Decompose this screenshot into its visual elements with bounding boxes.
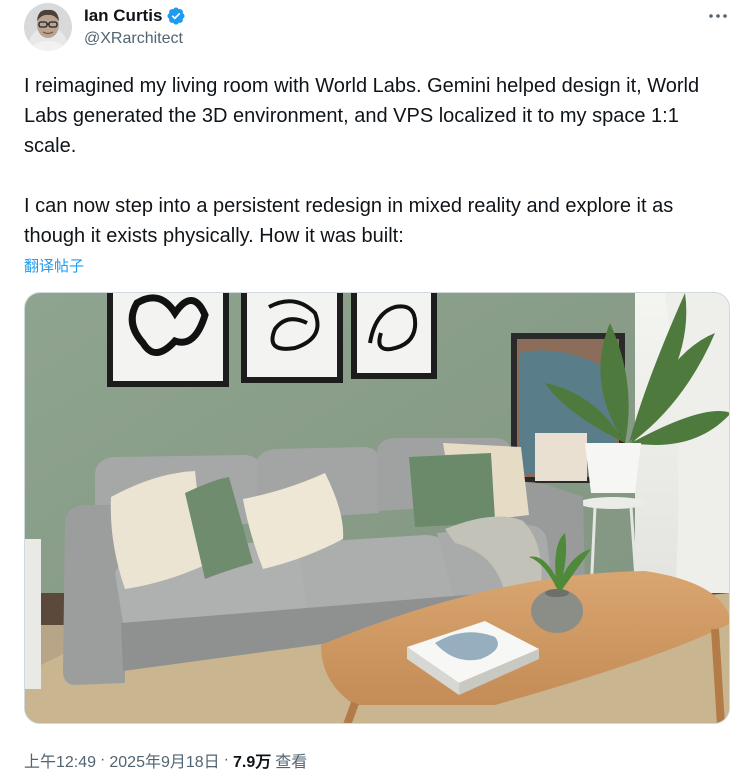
meta-separator: ·: [100, 751, 106, 768]
tweet-time[interactable]: 上午12:49: [24, 748, 96, 772]
tweet-date[interactable]: 2025年9月18日: [109, 748, 219, 772]
tweet-paragraph: I reimagined my living room with World L…: [24, 75, 700, 157]
translate-post-link[interactable]: 翻译帖子: [24, 255, 84, 276]
views-label: 查看: [275, 754, 308, 771]
meta-separator: ·: [223, 751, 229, 768]
tweet-text: I reimagined my living room with World L…: [24, 71, 724, 251]
verified-badge-icon: [166, 6, 186, 26]
more-options-icon[interactable]: [707, 6, 729, 26]
tweet-meta: 上午12:49 · 2025年9月18日 · 7.9万 查看: [24, 748, 307, 772]
views-count: 7.9万: [233, 754, 272, 771]
tweet-media-image[interactable]: [24, 292, 730, 724]
avatar[interactable]: [24, 3, 72, 51]
tweet-paragraph: I can now step into a persistent redesig…: [24, 195, 674, 247]
author-display-name[interactable]: Ian Curtis: [84, 6, 162, 26]
author-handle[interactable]: @XRarchitect: [84, 30, 183, 48]
